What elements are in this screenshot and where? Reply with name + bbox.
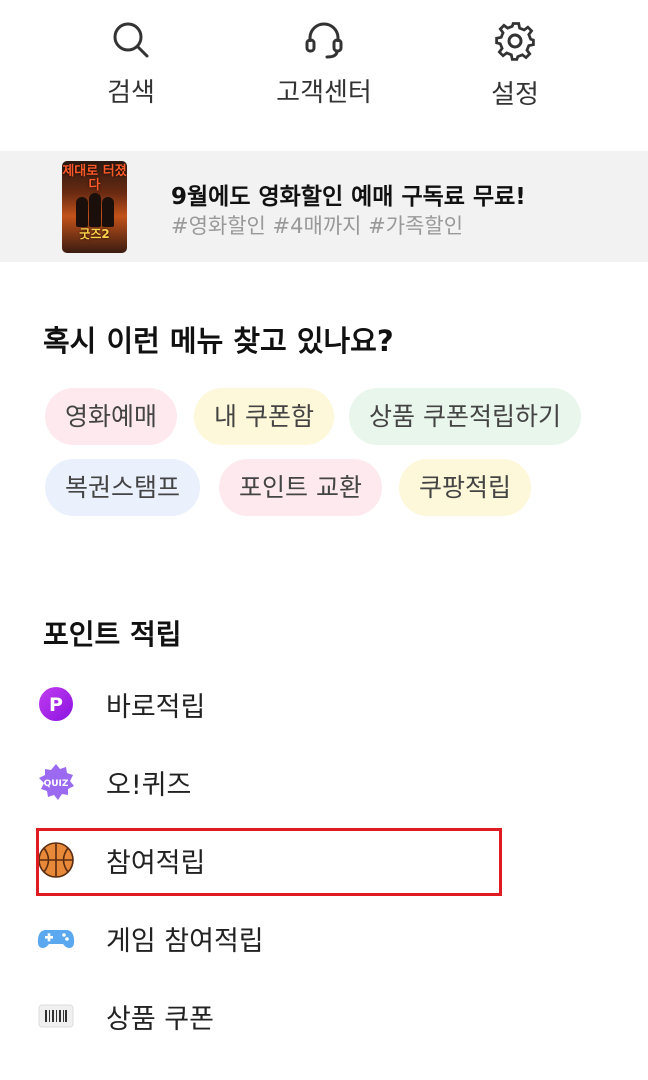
settings-button[interactable]: 설정 <box>435 20 595 111</box>
menu-item-instant-earn[interactable]: P 바로적립 <box>0 673 648 733</box>
menu-label: 참여적립 <box>106 848 206 879</box>
customer-center-button[interactable]: 고객센터 <box>244 20 404 109</box>
poster-title: 제대로 터졌다 <box>62 164 127 193</box>
menu-label: 상품 쿠폰 <box>106 1004 214 1035</box>
movie-poster: 제대로 터졌다 굿즈2 <box>62 161 127 253</box>
settings-label: 설정 <box>491 80 539 110</box>
search-label: 검색 <box>107 78 155 108</box>
menu-label: 오!퀴즈 <box>106 770 192 801</box>
chip-lottery-stamp[interactable]: 복권스탬프 <box>45 459 201 516</box>
poster-figure <box>89 193 101 227</box>
chip-movie-booking[interactable]: 영화예매 <box>45 388 178 445</box>
gear-icon <box>495 22 535 61</box>
menu-item-participation-earn[interactable]: 참여적립 <box>0 829 648 889</box>
headset-icon <box>305 22 343 59</box>
banner-tags: #영화할인 #4매까지 #가족할인 <box>171 214 464 238</box>
basketball-icon <box>38 842 74 878</box>
gamepad-icon <box>37 930 75 948</box>
barcode-icon <box>38 1004 74 1028</box>
poster-figure <box>102 197 114 227</box>
suggest-title: 혹시 이런 메뉴 찾고 있나요? <box>43 324 394 358</box>
search-button[interactable]: 검색 <box>51 20 211 109</box>
chip-my-coupons[interactable]: 내 쿠폰함 <box>194 388 334 445</box>
search-icon <box>113 22 149 58</box>
banner-title: 9월에도 영화할인 예매 구독료 무료! <box>171 184 526 210</box>
chip-point-exchange[interactable]: 포인트 교환 <box>219 459 382 516</box>
menu-item-quiz[interactable]: QUIZ 오!퀴즈 <box>0 751 648 811</box>
chip-coupang[interactable]: 쿠팡적립 <box>399 459 532 516</box>
quiz-badge-text: QUIZ <box>44 779 69 789</box>
quiz-badge-icon: QUIZ <box>39 764 74 800</box>
chip-product-coupon[interactable]: 상품 쿠폰적립하기 <box>349 388 581 445</box>
menu-label: 바로적립 <box>106 692 206 723</box>
points-section-title: 포인트 적립 <box>43 618 182 651</box>
menu-item-game-earn[interactable]: 게임 참여적립 <box>0 907 648 967</box>
customer-center-label: 고객센터 <box>276 78 372 108</box>
p-badge-text: P <box>49 694 63 716</box>
top-actions: 검색 고객센터 설정 <box>0 0 648 140</box>
menu-item-product-coupon[interactable]: 상품 쿠폰 <box>0 985 648 1045</box>
poster-subtitle: 굿즈2 <box>79 227 110 241</box>
menu-label: 게임 참여적립 <box>106 926 264 957</box>
poster-figure <box>76 197 88 227</box>
p-coin-icon: P <box>39 687 73 721</box>
